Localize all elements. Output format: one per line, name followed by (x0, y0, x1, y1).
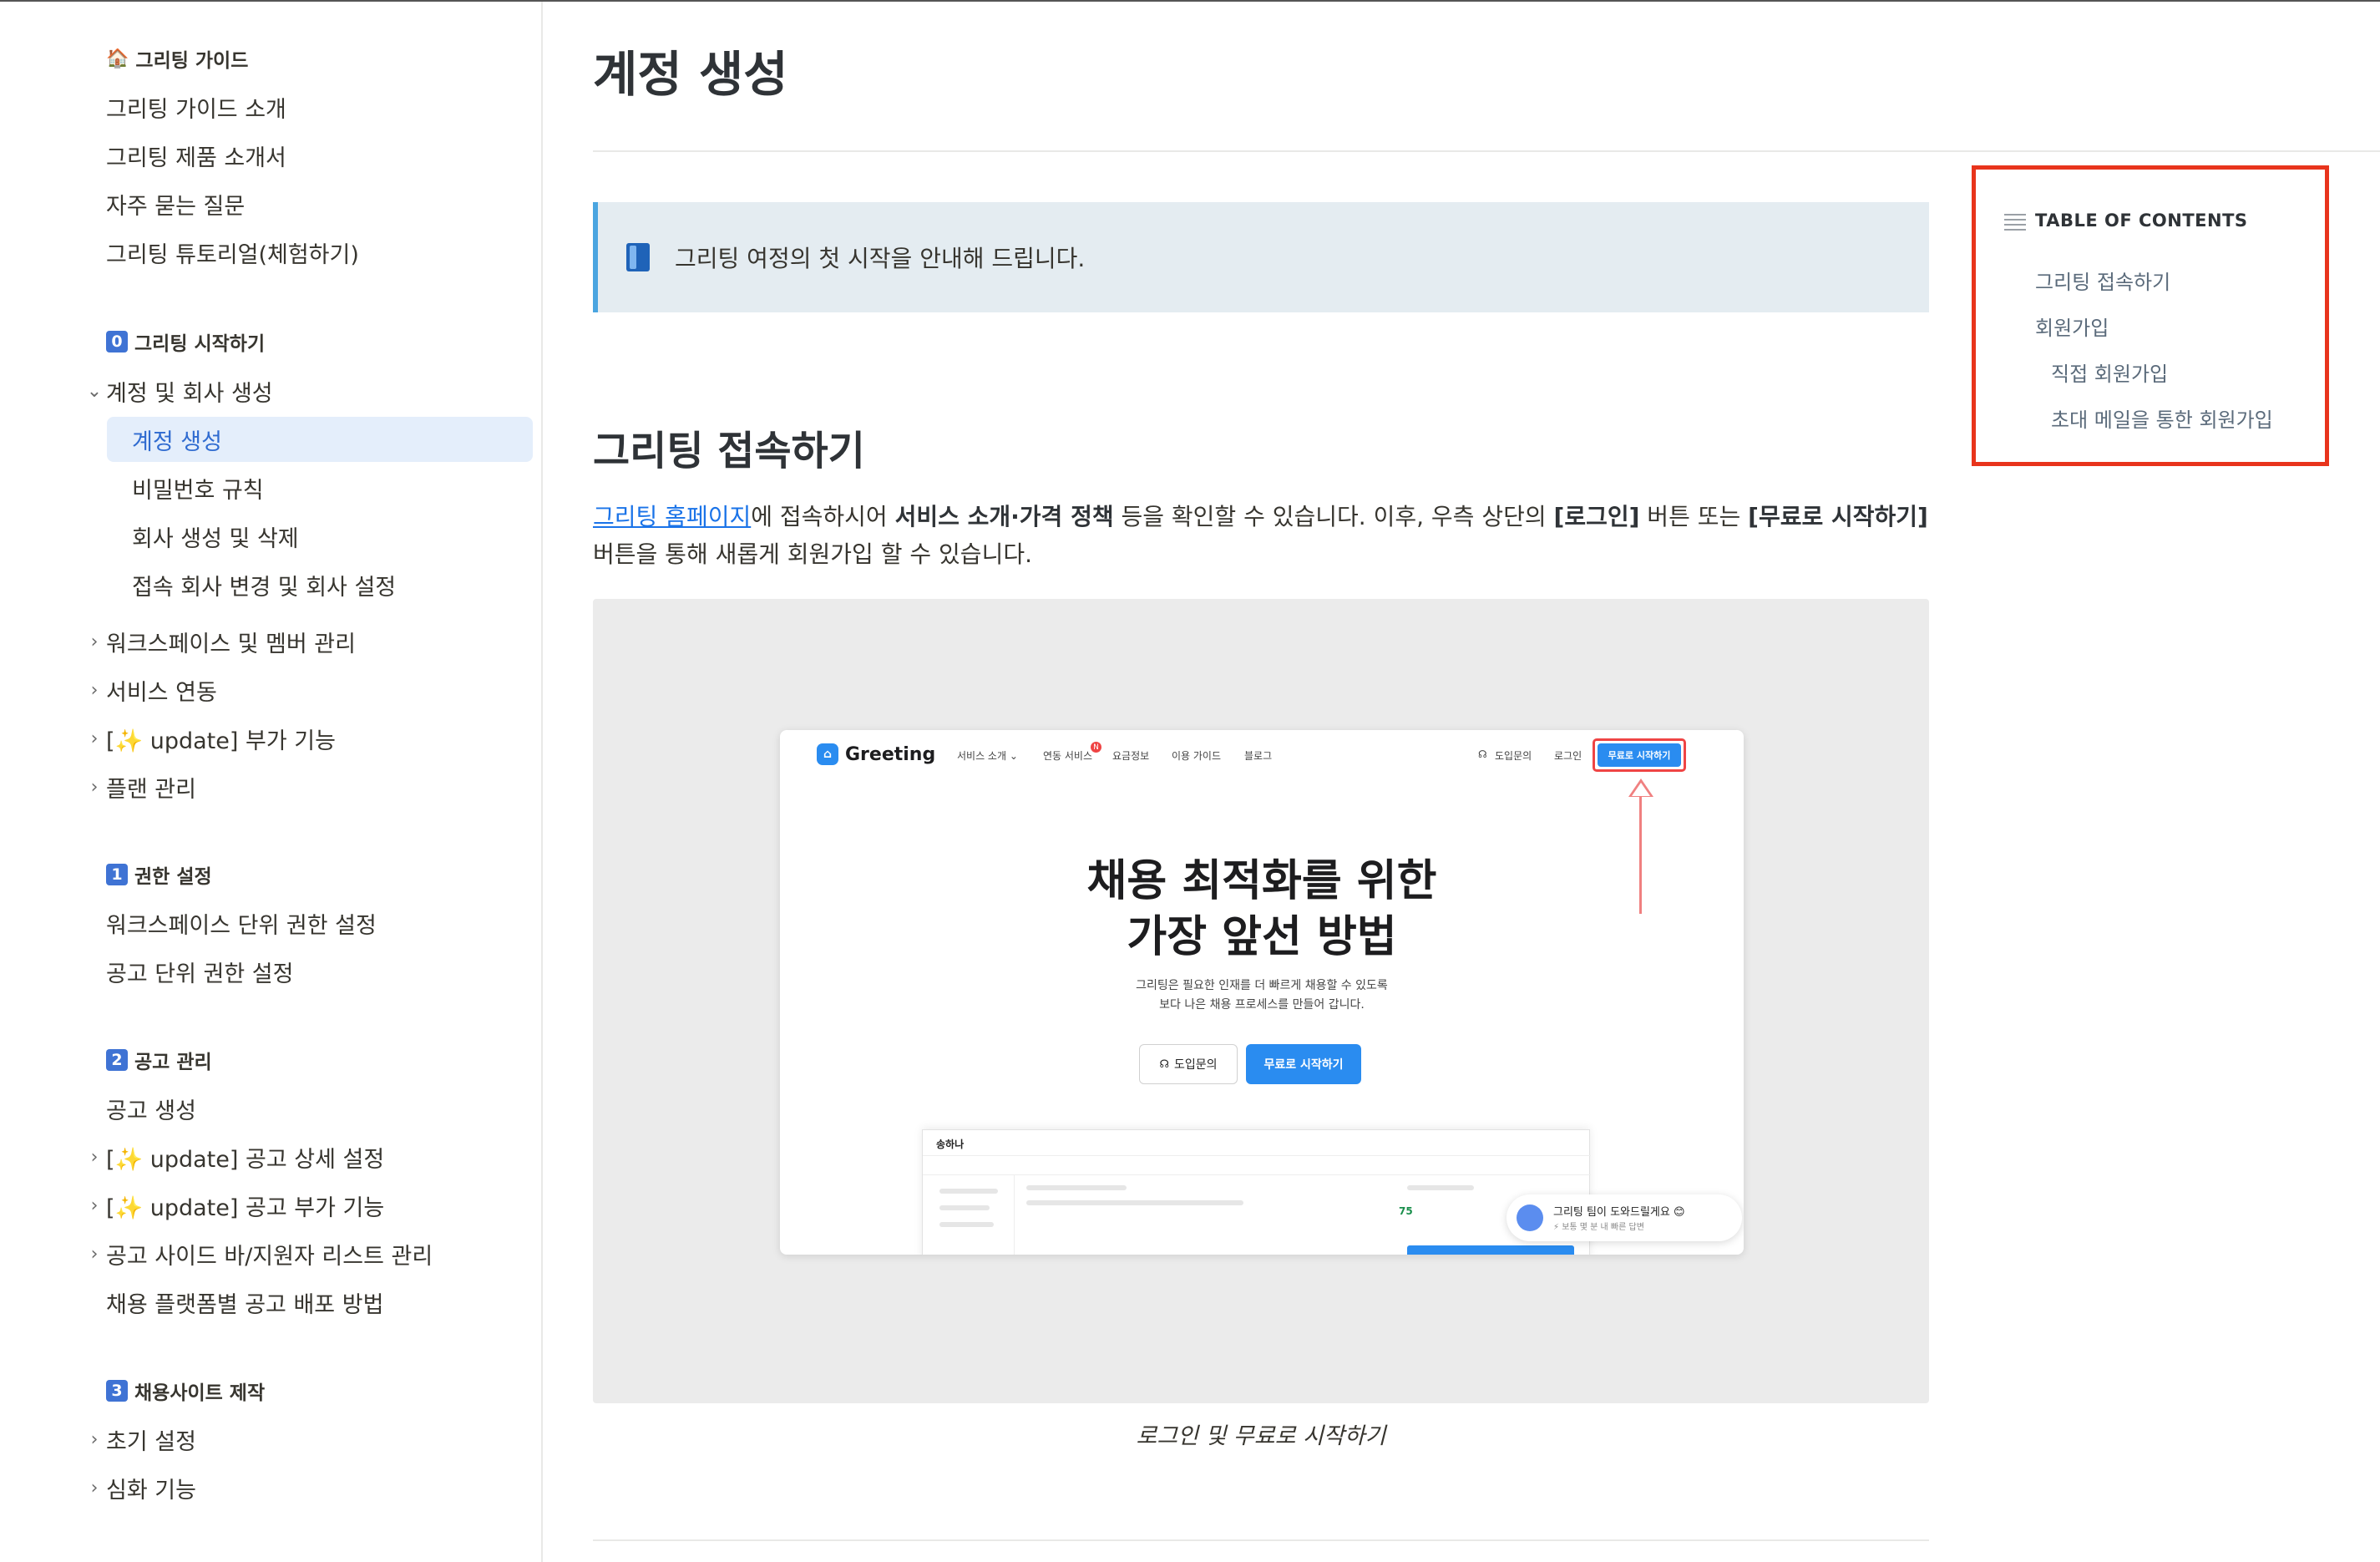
shot-start-button: 무료로 시작하기 (1246, 1044, 1361, 1084)
shot-sub-line2: 보다 나은 채용 프로세스를 만들어 갑니다. (1159, 998, 1365, 1012)
sidebar-item-job-permissions[interactable]: 공고 단위 권한 설정 (106, 955, 293, 988)
chevron-right-icon[interactable]: › (85, 1237, 104, 1270)
shot-inquiry-button: ☊ 도입문의 (1139, 1044, 1238, 1084)
sidebar-item-job-sidebar[interactable]: 공고 사이드 바/지원자 리스트 관리 (106, 1237, 433, 1270)
chevron-right-icon[interactable]: › (85, 1140, 104, 1174)
shot-cta-button: 무료로 시작하기 (1598, 743, 1681, 767)
chevron-right-icon[interactable]: › (85, 722, 104, 755)
chat-avatar-icon (1517, 1204, 1543, 1231)
toc-heading: TABLE OF CONTENTS (2035, 210, 2248, 231)
sidebar-section-getting-started: 0 그리팅 시작하기 (106, 327, 265, 357)
access-paragraph: 그리팅 홈페이지에 접속하시어 서비스 소개·가격 정책 등을 확인할 수 있습… (593, 503, 1928, 568)
shot-app-preview: 송하나 75 (922, 1129, 1591, 1255)
house-icon: 🏠 (106, 48, 129, 69)
greeting-homepage-screenshot: ⌂ Greeting 서비스 소개 ⌄ 연동 서비스 N 요금정보 이용 가이드… (780, 730, 1744, 1255)
chevron-right-icon[interactable]: › (85, 625, 104, 658)
sidebar-item-update-addons[interactable]: [✨ update] 부가 기능 (106, 722, 336, 755)
headset-icon: ☊ (1159, 1057, 1169, 1071)
title-divider (593, 150, 2380, 152)
blue-book-icon (626, 243, 650, 271)
toc-item-invite-signup[interactable]: 초대 메일을 통한 회원가입 (2051, 403, 2273, 433)
chevron-right-icon[interactable]: › (85, 673, 104, 707)
sidebar-item-password-rules[interactable]: 비밀번호 규칙 (132, 471, 264, 505)
bottom-divider (593, 1539, 1929, 1541)
section-heading-access: 그리팅 접속하기 (593, 428, 865, 474)
headset-icon: ☊ (1478, 748, 1487, 760)
shot-sub-line1: 그리팅은 필요한 인재를 더 빠르게 채용할 수 있도록 (1136, 979, 1388, 992)
shot-nav-inquiry: 도입문의 (1495, 750, 1532, 762)
sidebar-item-workspace-members[interactable]: 워크스페이스 및 멤버 관리 (106, 625, 356, 658)
keycap-3-icon: 3 (106, 1380, 128, 1402)
chevron-down-icon[interactable]: ⌄ (85, 374, 104, 408)
sidebar-section-permissions: 1 권한 설정 (106, 860, 212, 890)
intro-callout: 그리팅 여정의 첫 시작을 안내해 드립니다. (593, 202, 1929, 312)
page-title: 계정 생성 (593, 46, 788, 103)
shot-nav-guide: 이용 가이드 (1172, 750, 1222, 762)
greeting-logo: ⌂ Greeting (817, 743, 935, 765)
sidebar-group-account-company[interactable]: 계정 및 회사 생성 (106, 374, 273, 408)
keycap-0-icon: 0 (106, 331, 128, 352)
shot-nav-pricing: 요금정보 (1112, 750, 1150, 762)
callout-text: 그리팅 여정의 첫 시작을 안내해 드립니다. (675, 245, 1086, 272)
sidebar-item-plan-management[interactable]: 플랜 관리 (106, 770, 196, 804)
list-icon (2004, 214, 2026, 232)
sidebar-section-job-management: 2 공고 관리 (106, 1045, 212, 1075)
shot-nav-integration: 연동 서비스 (1043, 750, 1093, 762)
toc-item-signup[interactable]: 회원가입 (2035, 312, 2109, 341)
sidebar-item-account-create[interactable]: 계정 생성 (132, 423, 222, 456)
chevron-right-icon[interactable]: › (85, 1423, 104, 1456)
sidebar-item-job-distribution[interactable]: 채용 플랫폼별 공고 배포 방법 (106, 1286, 383, 1319)
sidebar-item-guide-intro[interactable]: 그리팅 가이드 소개 (106, 90, 286, 124)
keycap-1-icon: 1 (106, 864, 128, 885)
shot-score: 75 (1399, 1205, 1413, 1217)
chevron-right-icon[interactable]: › (85, 1471, 104, 1504)
sidebar-item-job-detail[interactable]: [✨ update] 공고 상세 설정 (106, 1140, 384, 1174)
sidebar-item-initial-setup[interactable]: 초기 설정 (106, 1423, 196, 1456)
sidebar-item-company-switch[interactable]: 접속 회사 변경 및 회사 설정 (132, 568, 396, 601)
sidebar-item-product-intro[interactable]: 그리팅 제품 소개서 (106, 139, 286, 172)
sidebar-item-tutorial[interactable]: 그리팅 튜토리얼(체험하기) (106, 236, 359, 269)
sidebar-nav: 🏠 그리팅 가이드 그리팅 가이드 소개 그리팅 제품 소개서 자주 묻는 질문 … (0, 2, 543, 1562)
chevron-right-icon[interactable]: › (85, 770, 104, 804)
shot-hero-line2: 가장 앞선 방법 (1127, 912, 1397, 962)
shot-hero-line1: 채용 최적화를 위한 (1086, 856, 1437, 906)
toc-item-direct-signup[interactable]: 직접 회원가입 (2051, 358, 2168, 387)
toc-item-access[interactable]: 그리팅 접속하기 (2035, 266, 2170, 295)
sidebar-item-job-addons[interactable]: [✨ update] 공고 부가 기능 (106, 1189, 384, 1222)
shot-nav-blog: 블로그 (1244, 750, 1273, 762)
new-badge: N (1091, 742, 1101, 753)
sidebar-item-job-create[interactable]: 공고 생성 (106, 1092, 196, 1125)
keycap-2-icon: 2 (106, 1049, 128, 1071)
greeting-logo-icon: ⌂ (817, 743, 838, 765)
sidebar-item-workspace-permissions[interactable]: 워크스페이스 단위 권한 설정 (106, 906, 377, 940)
sidebar-item-faq[interactable]: 자주 묻는 질문 (106, 187, 245, 221)
sidebar-item-service-integration[interactable]: 서비스 연동 (106, 673, 217, 707)
figure-caption: 로그인 및 무료로 시작하기 (1136, 1423, 1386, 1449)
sidebar-section-guide: 🏠 그리팅 가이드 (106, 48, 249, 73)
sidebar-item-company-create[interactable]: 회사 생성 및 삭제 (132, 520, 299, 553)
shot-nav-login: 로그인 (1554, 750, 1582, 762)
sidebar-item-advanced[interactable]: 심화 기능 (106, 1471, 196, 1504)
shot-chat-widget: 그리팅 팀이 도와드릴게요 😊 ⚡ 보통 몇 분 내 빠른 답변 (1506, 1194, 1742, 1241)
sidebar-section-career-site: 3 채용사이트 제작 (106, 1376, 265, 1406)
shot-nav-service: 서비스 소개 ⌄ (957, 750, 1018, 762)
homepage-link[interactable]: 그리팅 홈페이지 (593, 503, 751, 530)
chevron-right-icon[interactable]: › (85, 1189, 104, 1222)
